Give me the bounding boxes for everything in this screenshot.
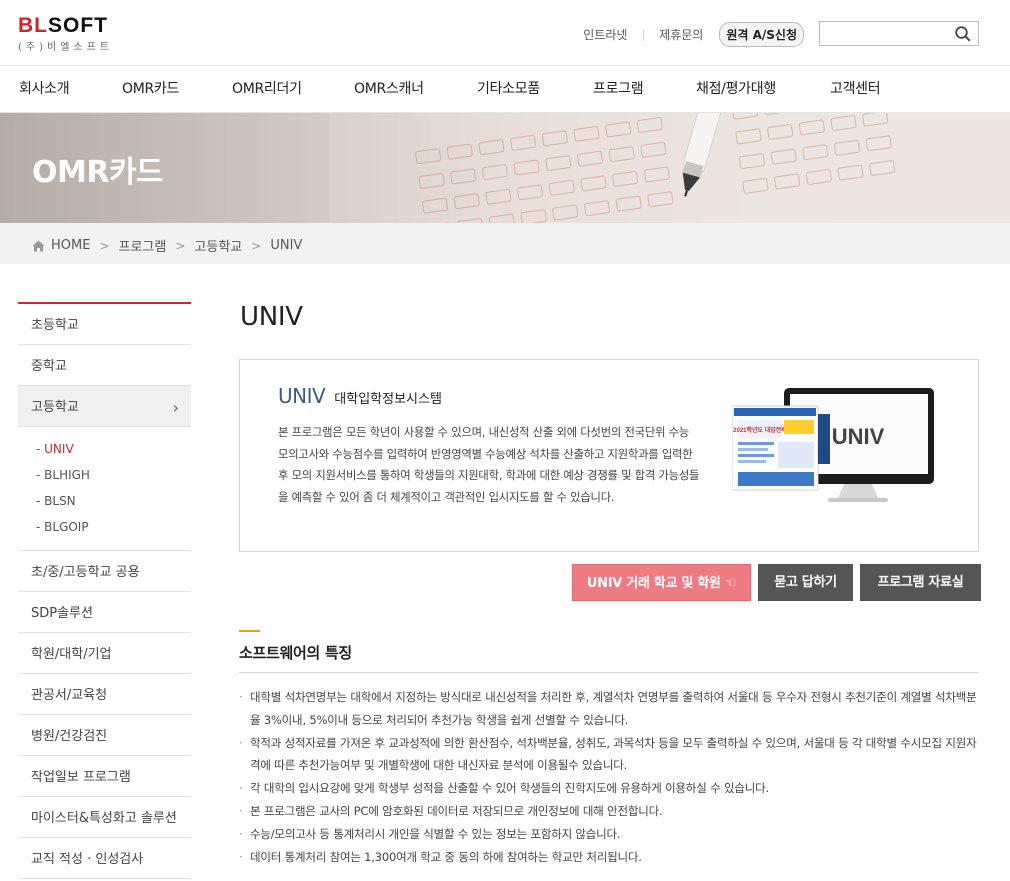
nav-supplies[interactable]: 기타소모품: [477, 78, 540, 98]
sidebar-item-aptitude[interactable]: 교직 적성 · 인성검사: [18, 838, 191, 879]
home-icon[interactable]: [32, 240, 45, 252]
search-input[interactable]: [820, 22, 948, 45]
page-banner: OMR카드: [0, 113, 1010, 223]
company-logo[interactable]: BLSOFT (주)비엘소프트: [18, 16, 113, 53]
feature-item: 본 프로그램은 교사의 PC에 암호화된 데이터로 저장되므로 개인정보에 대해…: [239, 800, 984, 823]
monitor-label: UNIV: [832, 424, 885, 449]
search-icon[interactable]: [954, 25, 972, 43]
top-header: BLSOFT (주)비엘소프트 인트라넷 | 제휴문의 원격 A/S신청: [0, 0, 1010, 66]
intranet-link[interactable]: 인트라넷: [583, 26, 627, 43]
sidebar-item-meister[interactable]: 마이스터&특성화고 솔루션: [18, 797, 191, 838]
sidebar-item-common[interactable]: 초/중/고등학교 공용: [18, 551, 191, 592]
feature-item: 데이터 통계처리 참여는 1,300여개 학교 중 동의 하에 참여하는 학교만…: [239, 846, 984, 869]
remote-as-button[interactable]: 원격 A/S신청: [719, 22, 804, 47]
brochure-label: 2021학년도 대입전략: [733, 426, 787, 434]
sidebar-item-elementary[interactable]: 초등학교: [18, 304, 191, 345]
nav-omr-card[interactable]: OMR카드: [122, 78, 179, 98]
sidebar-item-government[interactable]: 관공서/교육청: [18, 674, 191, 715]
sidebar-submenu: - UNIV - BLHIGH - BLSN - BLGOIP: [18, 427, 191, 551]
breadcrumb-separator: >: [251, 239, 261, 253]
breadcrumb-separator: >: [99, 239, 109, 253]
partner-schools-button[interactable]: UNIV 거래 학교 및 학원 ☜: [572, 564, 751, 601]
chevron-right-icon: ›: [173, 386, 179, 429]
nav-grading[interactable]: 채점/평가대행: [696, 78, 776, 98]
logo-wordmark-head: BL: [18, 14, 48, 37]
logo-wordmark: BLSOFT: [18, 16, 113, 36]
nav-program[interactable]: 프로그램: [593, 78, 643, 98]
submenu-univ[interactable]: - UNIV: [36, 436, 191, 462]
sidebar-item-hospital[interactable]: 병원/건강검진: [18, 715, 191, 756]
submenu-blhigh[interactable]: - BLHIGH: [36, 462, 191, 488]
sidebar-item-middle[interactable]: 중학교: [18, 345, 191, 386]
section-accent-bar: [239, 630, 260, 632]
utility-links: 인트라넷 | 제휴문의 원격 A/S신청: [583, 22, 804, 47]
logo-wordmark-tail: SOFT: [48, 14, 108, 37]
feature-item: 수능/모의고사 등 통계처리시 개인을 식별할 수 있는 정보는 포함하지 않습…: [239, 823, 984, 846]
breadcrumb-high-school[interactable]: 고등학교: [194, 236, 242, 255]
sidebar-item-academy[interactable]: 학원/대학/기업: [18, 633, 191, 674]
product-intro-text: 본 프로그램은 모든 학년이 사용할 수 있으며, 내신성적 산출 외에 다섯번…: [278, 422, 702, 508]
feature-item: 대학별 석차연명부는 대학에서 지정하는 방식대로 내신성적을 처리한 후, 계…: [239, 686, 984, 732]
breadcrumb-separator: >: [175, 239, 185, 253]
product-intro-box: UNIV 대학입학정보시스템 본 프로그램은 모든 학년이 사용할 수 있으며,…: [239, 359, 979, 552]
features-heading: 소프트웨어의 특징: [239, 642, 352, 663]
nav-support[interactable]: 고객센터: [830, 78, 880, 98]
breadcrumb: HOME > 프로그램 > 고등학교 > UNIV: [32, 236, 302, 255]
feature-item: 각 대학의 입시요강에 맞게 학생부 성적을 산출할 수 있어 학생들의 진학지…: [239, 777, 984, 800]
main-navigation: 회사소개 OMR카드 OMR리더기 OMR스캐너 기타소모품 프로그램 채점/평…: [0, 66, 1010, 113]
submenu-blgoip[interactable]: - BLGOIP: [36, 514, 191, 540]
product-name: UNIV: [278, 384, 325, 408]
util-divider: |: [641, 28, 645, 41]
banner-title: OMR카드: [32, 147, 163, 191]
sidebar-item-worklog[interactable]: 작업일보 프로그램: [18, 756, 191, 797]
sidebar-item-high[interactable]: 고등학교 ›: [18, 386, 191, 427]
breadcrumb-home[interactable]: HOME: [51, 238, 90, 253]
breadcrumb-bar: HOME > 프로그램 > 고등학교 > UNIV: [0, 223, 1010, 264]
search-box: [819, 21, 979, 46]
nav-company[interactable]: 회사소개: [19, 78, 69, 98]
nav-omr-reader[interactable]: OMR리더기: [232, 78, 302, 98]
partnership-link[interactable]: 제휴문의: [659, 26, 703, 43]
product-description: 대학입학정보시스템: [334, 392, 442, 407]
product-screenshot-image: UNIV 2021학년도 대입전략: [732, 384, 952, 506]
nav-omr-scanner[interactable]: OMR스캐너: [354, 78, 424, 98]
sidebar-menu: 초등학교 중학교 고등학교 › - UNIV - BLHIGH - BLSN -…: [18, 302, 191, 879]
sidebar-item-sdp[interactable]: SDP솔루션: [18, 592, 191, 633]
breadcrumb-univ[interactable]: UNIV: [270, 238, 302, 253]
features-list: 대학별 석차연명부는 대학에서 지정하는 방식대로 내신성적을 처리한 후, 계…: [239, 686, 984, 868]
page-title: UNIV: [240, 302, 303, 332]
program-library-button[interactable]: 프로그램 자료실: [860, 564, 981, 601]
submenu-blsn[interactable]: - BLSN: [36, 488, 191, 514]
section-divider: [239, 672, 979, 673]
sidebar-item-label: 고등학교: [31, 400, 79, 415]
feature-item: 학적과 성적자료를 가져온 후 교과성적에 의한 환산점수, 석차백분율, 성취…: [239, 732, 984, 778]
action-buttons: UNIV 거래 학교 및 학원 ☜ 묻고 답하기 프로그램 자료실: [572, 564, 981, 601]
logo-subtitle: (주)비엘소프트: [18, 38, 113, 53]
qna-button[interactable]: 묻고 답하기: [758, 564, 853, 601]
breadcrumb-program[interactable]: 프로그램: [119, 236, 167, 255]
product-heading: UNIV 대학입학정보시스템: [278, 384, 442, 408]
